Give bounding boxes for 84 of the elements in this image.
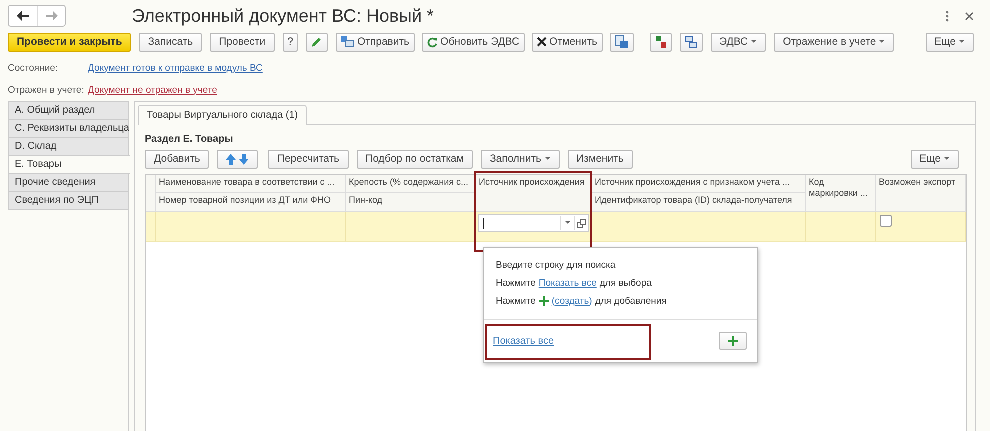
plus-icon — [538, 296, 549, 306]
hint-text: Нажмите — [496, 278, 536, 288]
table-cell[interactable] — [156, 212, 346, 242]
sidebar-item[interactable]: D. Склад — [8, 137, 129, 156]
pencil-icon — [311, 36, 324, 48]
window-title: Электронный документ ВС: Новый * — [132, 6, 436, 26]
ledger-icon — [654, 35, 667, 49]
toolbar-button[interactable]: Провести — [210, 32, 275, 52]
column-header[interactable]: Наименование товара в соответствии с ... — [156, 175, 346, 193]
open-icon — [577, 218, 586, 228]
toolbar-button[interactable]: Подбор по остаткам — [356, 150, 473, 168]
toolbar-button[interactable]: Изменить — [568, 150, 633, 168]
add-button[interactable] — [719, 332, 747, 350]
menu-button[interactable]: Заполнить — [480, 150, 560, 168]
table-cell[interactable] — [806, 212, 876, 242]
toolbar-button[interactable]: Записать — [139, 32, 202, 52]
row-marker[interactable] — [146, 212, 156, 242]
sidebar-item[interactable]: E. Товары — [8, 155, 130, 174]
hint-text: Введите строку для поиска — [496, 260, 616, 270]
dropdown-button[interactable] — [560, 216, 574, 230]
column-header[interactable]: Номер товарной позиции из ДТ или ФНО — [156, 193, 346, 212]
toolbar-button[interactable]: Пересчитать — [268, 150, 349, 168]
header-corner — [146, 175, 156, 212]
dropdown-caret-icon — [751, 40, 758, 44]
origin-input-field[interactable] — [478, 214, 589, 232]
hint-text: для выбора — [600, 278, 652, 288]
menu-button[interactable]: ЭДВС — [710, 32, 766, 52]
document-icon — [614, 35, 629, 49]
table-cell[interactable] — [592, 212, 806, 242]
sidebar-item[interactable]: C. Реквизиты владельца — [8, 119, 129, 138]
sidebar-item[interactable]: Сведения по ЭЦП — [8, 191, 129, 210]
sidebar-item[interactable]: Прочие сведения — [8, 173, 129, 192]
menu-button[interactable]: Отражение в учете — [774, 32, 894, 52]
structure-icon — [684, 36, 698, 48]
column-header[interactable]: Код маркировки ... — [806, 175, 876, 212]
export-checkbox[interactable] — [880, 215, 892, 227]
icon-button[interactable] — [650, 32, 672, 52]
status-link[interactable]: Документ не отражен в учете — [88, 84, 218, 96]
dropdown-caret-icon — [959, 40, 965, 44]
hint-text: для добавления — [595, 296, 667, 306]
hint-text: Нажмите — [496, 296, 536, 306]
toolbar-button[interactable]: ? — [282, 32, 298, 52]
dropdown-caret-icon — [544, 157, 550, 161]
refresh-icon — [426, 36, 438, 48]
create-link[interactable]: (создать) — [552, 296, 592, 306]
column-header[interactable]: Пин-код — [346, 193, 476, 212]
icon-button[interactable] — [306, 32, 328, 52]
more-button[interactable]: Еще — [926, 32, 974, 52]
move-buttons[interactable] — [217, 150, 258, 168]
tab[interactable]: Товары Виртуального склада (1) — [138, 105, 308, 125]
icon-button[interactable] — [680, 32, 703, 52]
back-arrow-icon — [17, 11, 29, 21]
show-all-link[interactable]: Показать все — [538, 278, 597, 288]
column-header[interactable]: Источник происхождения с признаком учета ... — [592, 175, 806, 193]
status-label: Отражен в учете: — [8, 84, 86, 96]
forward-arrow-icon — [46, 11, 58, 21]
icon-button[interactable] — [610, 32, 634, 52]
column-header[interactable]: Крепость (% содержания с... — [346, 175, 476, 193]
open-button[interactable] — [574, 216, 588, 230]
toolbar-button[interactable]: Обновить ЭДВС — [422, 32, 525, 52]
post-and-close-button[interactable]: Провести и закрыть — [8, 32, 132, 52]
plus-icon — [728, 336, 738, 346]
column-header[interactable]: Идентификатор товара (ID) склада-получателя — [592, 193, 806, 212]
dropdown-caret-icon — [564, 221, 570, 225]
table-cell[interactable] — [876, 212, 966, 242]
show-all-link[interactable]: Показать все — [493, 336, 554, 346]
status-link[interactable]: Документ готов к отправке в модуль ВС — [88, 62, 263, 74]
close-icon — [536, 37, 547, 47]
column-header[interactable]: Возможен экспорт — [876, 175, 966, 212]
up-arrow-icon — [226, 154, 236, 164]
dropdown-caret-icon — [879, 40, 886, 44]
table-cell[interactable] — [346, 212, 476, 242]
down-arrow-icon — [239, 154, 250, 164]
send-icon — [341, 36, 354, 48]
status-label: Состояние: — [8, 62, 60, 74]
table-cell[interactable] — [476, 212, 592, 242]
sidebar-item[interactable]: A. Общий раздел — [8, 101, 129, 120]
more-button[interactable]: Еще — [910, 150, 959, 168]
section-title: Раздел E. Товары — [145, 134, 234, 145]
column-header[interactable]: Источник происхождения — [476, 175, 592, 212]
toolbar-button[interactable]: Отправить — [336, 32, 415, 52]
toolbar-button[interactable]: Отменить — [532, 32, 603, 52]
toolbar-button[interactable]: Добавить — [145, 150, 210, 168]
dropdown-caret-icon — [944, 157, 950, 161]
